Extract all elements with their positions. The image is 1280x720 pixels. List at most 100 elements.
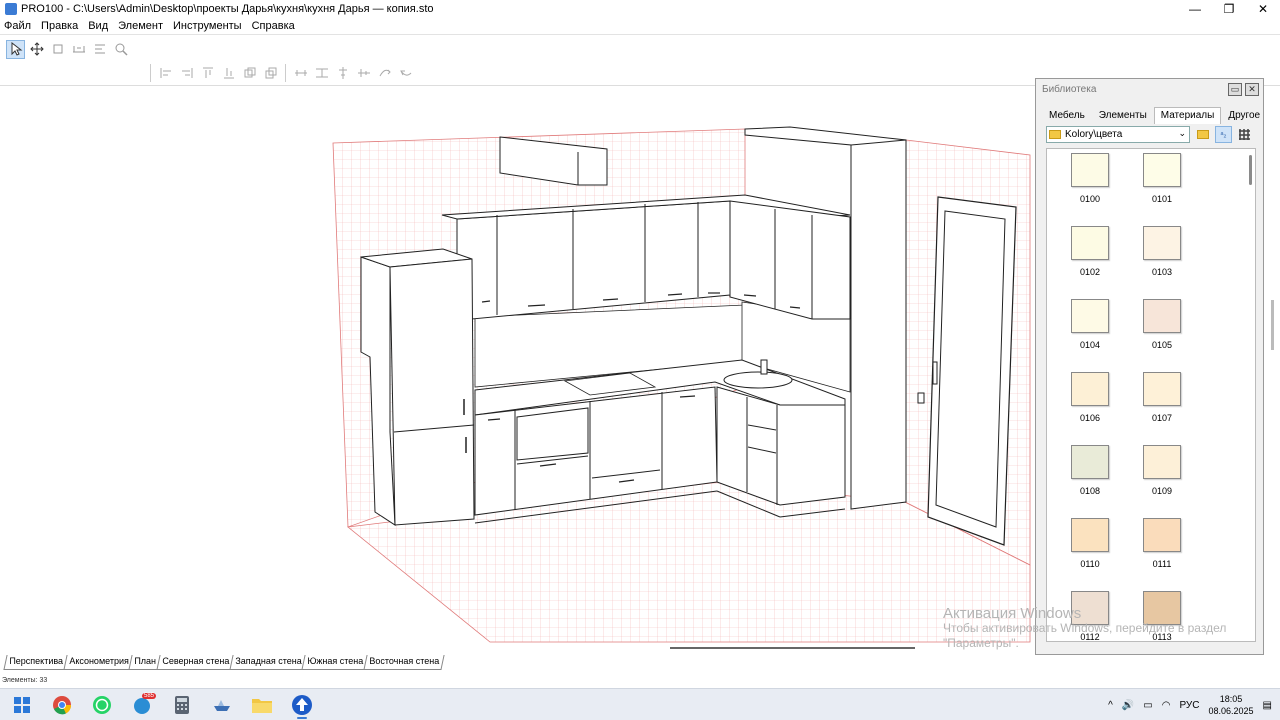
library-scrollbar[interactable] xyxy=(1249,155,1252,185)
distribute-v-button[interactable] xyxy=(312,64,331,83)
wifi-icon[interactable]: ◠ xyxy=(1162,700,1171,711)
system-tray: ^ 🔊 ▭ ◠ РУС 18:05 08.06.2025 ▤ xyxy=(1108,689,1272,720)
swatch-color xyxy=(1071,445,1109,479)
tab-south-wall[interactable]: Южная стена xyxy=(301,655,370,670)
chrome-button[interactable] xyxy=(48,693,76,717)
material-swatch[interactable]: 0106 xyxy=(1065,372,1115,423)
align-back-button[interactable] xyxy=(261,64,280,83)
minimize-button[interactable]: — xyxy=(1178,0,1212,18)
library-close-button[interactable]: ✕ xyxy=(1245,82,1259,96)
distribute-h-button[interactable] xyxy=(291,64,310,83)
menu-file[interactable]: Файл xyxy=(4,20,31,32)
material-swatch[interactable]: 0109 xyxy=(1137,445,1187,496)
align-top-icon xyxy=(202,67,213,78)
notifications-icon[interactable]: ▤ xyxy=(1263,700,1272,711)
pro100-icon xyxy=(292,695,312,715)
chrome-icon xyxy=(53,696,72,715)
tab-perspective[interactable]: Перспектива xyxy=(3,655,69,670)
battery-icon[interactable]: ▭ xyxy=(1143,700,1152,711)
material-swatch[interactable]: 0105 xyxy=(1137,299,1187,350)
tab-axonometry[interactable]: Аксонометрия xyxy=(63,655,134,670)
3d-viewport[interactable] xyxy=(0,87,1035,650)
library-path-text: Kolory\цвета xyxy=(1065,129,1123,140)
material-swatch[interactable]: 0100 xyxy=(1065,153,1115,204)
center-v-button[interactable] xyxy=(354,64,373,83)
move-icon xyxy=(29,42,44,56)
badge-app-button[interactable]: 585 xyxy=(128,693,156,717)
ship-app-button[interactable] xyxy=(208,693,236,717)
align-left-button[interactable] xyxy=(156,64,175,83)
align-back-icon xyxy=(265,67,276,79)
flip-button[interactable] xyxy=(375,64,394,83)
material-swatch[interactable]: 0102 xyxy=(1065,226,1115,277)
grid-view-button[interactable] xyxy=(1236,126,1253,143)
rotate-tool-button[interactable] xyxy=(48,40,67,59)
folder-up-icon xyxy=(1196,130,1209,139)
folder-up-button[interactable] xyxy=(1194,126,1211,143)
volume-icon[interactable]: 🔊 xyxy=(1122,700,1134,711)
material-swatch[interactable]: 0111 xyxy=(1137,518,1187,569)
swatch-color xyxy=(1143,153,1181,187)
align-top-button[interactable] xyxy=(198,64,217,83)
swatch-color xyxy=(1071,518,1109,552)
window-scrollbar[interactable] xyxy=(1271,300,1274,350)
library-tabs: Мебель Элементы Материалы Другое xyxy=(1042,107,1267,124)
close-button[interactable]: ✕ xyxy=(1246,0,1280,18)
tab-west-wall[interactable]: Западная стена xyxy=(229,655,308,670)
material-swatch[interactable]: 0107 xyxy=(1137,372,1187,423)
move-tool-button[interactable] xyxy=(27,40,46,59)
tab-furniture[interactable]: Мебель xyxy=(1042,107,1092,124)
tab-materials[interactable]: Материалы xyxy=(1153,107,1222,124)
tab-other[interactable]: Другое xyxy=(1221,107,1267,124)
sort-button[interactable]: ᵃ₂ xyxy=(1215,126,1232,143)
whatsapp-button[interactable] xyxy=(88,693,116,717)
menu-view[interactable]: Вид xyxy=(88,20,108,32)
menu-help[interactable]: Справка xyxy=(252,20,295,32)
corner-base-cabinet xyxy=(716,386,846,506)
tab-label: Северная стена xyxy=(162,656,230,666)
align-front-button[interactable] xyxy=(240,64,259,83)
start-button[interactable] xyxy=(8,693,36,717)
swatch-code: 0103 xyxy=(1151,267,1173,277)
language-indicator[interactable]: РУС xyxy=(1179,700,1199,711)
tab-north-wall[interactable]: Северная стена xyxy=(156,655,235,670)
material-swatch[interactable]: 0103 xyxy=(1137,226,1187,277)
material-swatch[interactable]: 0101 xyxy=(1137,153,1187,204)
select-tool-button[interactable] xyxy=(6,39,25,59)
windows-icon xyxy=(14,697,30,713)
menu-tools[interactable]: Инструменты xyxy=(173,20,242,32)
maximize-button[interactable]: ❐ xyxy=(1212,0,1246,18)
distribute-v-icon xyxy=(315,68,328,78)
menu-bar: Файл Правка Вид Элемент Инструменты Спра… xyxy=(0,18,1280,35)
library-header: Библиотека ▭ ✕ xyxy=(1036,79,1263,99)
tab-elements[interactable]: Элементы xyxy=(1092,107,1154,124)
align-bottom-button[interactable] xyxy=(219,64,238,83)
menu-element[interactable]: Элемент xyxy=(118,20,163,32)
stretch-tool-button[interactable] xyxy=(69,40,88,59)
watermark-title: Активация Windows xyxy=(943,605,1082,622)
material-swatch[interactable]: 0108 xyxy=(1065,445,1115,496)
tray-chevron-icon[interactable]: ^ xyxy=(1108,700,1113,711)
mirror-button[interactable] xyxy=(396,64,415,83)
center-h-button[interactable] xyxy=(333,64,352,83)
pro100-button[interactable] xyxy=(288,693,316,719)
horizontal-scrollbar[interactable] xyxy=(670,647,915,649)
tab-east-wall[interactable]: Восточная стена xyxy=(363,655,445,670)
menu-edit[interactable]: Правка xyxy=(41,20,78,32)
align-right-button[interactable] xyxy=(177,64,196,83)
folder-icon xyxy=(252,699,272,713)
clock[interactable]: 18:05 08.06.2025 xyxy=(1209,693,1254,717)
view-tabs: Перспектива Аксонометрия План Северная с… xyxy=(3,655,445,670)
library-path-dropdown[interactable]: Kolory\цвета ⌄ xyxy=(1046,126,1190,143)
library-minimize-button[interactable]: ▭ xyxy=(1228,82,1242,96)
calculator-button[interactable] xyxy=(168,693,196,717)
zoom-tool-button[interactable] xyxy=(111,40,130,59)
swatch-color xyxy=(1071,299,1109,333)
tab-label: Западная стена xyxy=(235,656,302,666)
title-bar: PRO100 - C:\Users\Admin\Desktop\проекты … xyxy=(0,0,1280,18)
material-swatch[interactable]: 0104 xyxy=(1065,299,1115,350)
file-explorer-button[interactable] xyxy=(248,693,276,717)
material-swatch[interactable]: 0110 xyxy=(1065,518,1115,569)
swatch-color xyxy=(1143,372,1181,406)
align-tool-button[interactable] xyxy=(90,40,109,59)
